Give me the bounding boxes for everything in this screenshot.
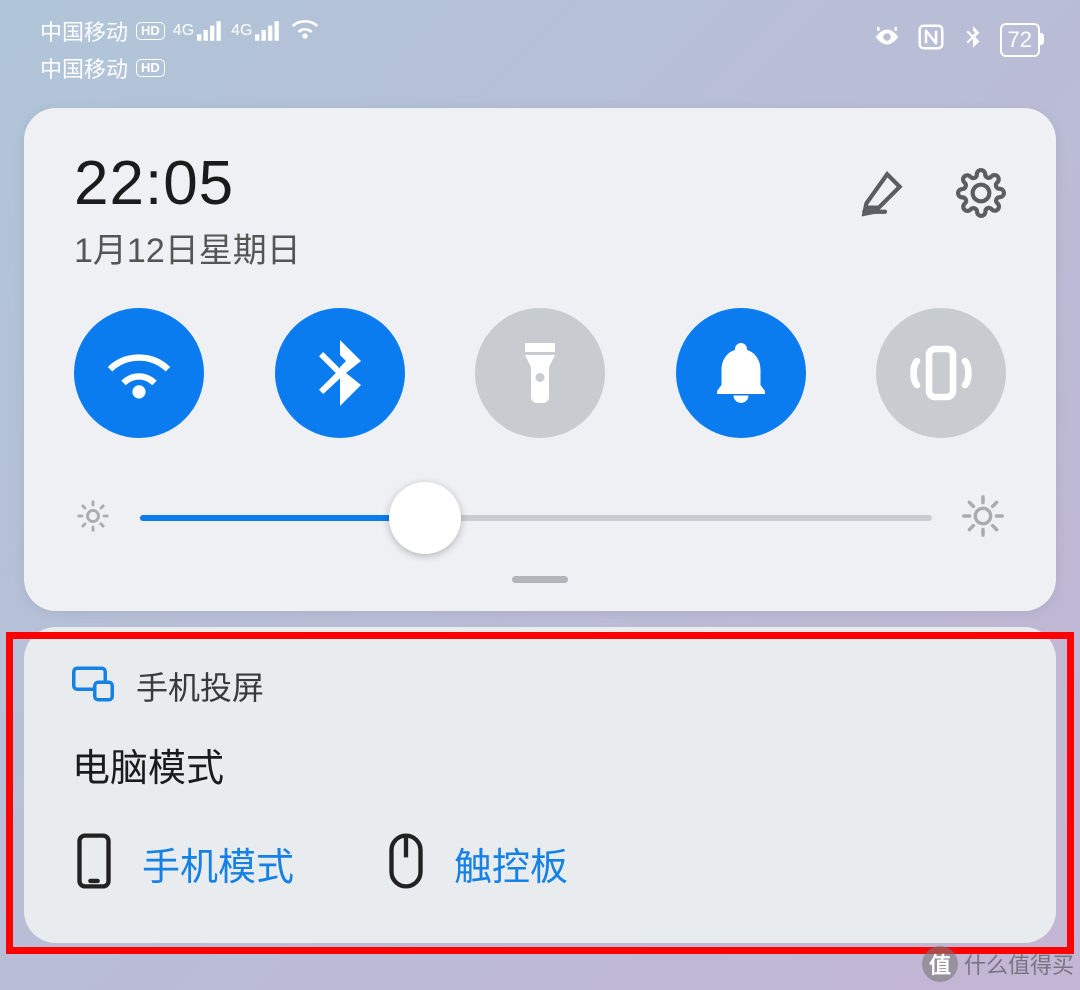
wifi-icon xyxy=(103,337,175,409)
signal-bars-icon xyxy=(255,21,281,41)
battery-indicator: 72 xyxy=(1000,23,1040,57)
brightness-high-icon xyxy=(960,493,1006,544)
bell-icon xyxy=(705,337,777,409)
status-bar: 中国移动 HD 4G 4G 中国移动 HD xyxy=(0,0,1080,92)
signal-bars-icon xyxy=(197,21,223,41)
battery-value: 72 xyxy=(1008,27,1032,53)
phone-mode-button[interactable]: 手机模式 xyxy=(72,832,294,895)
vibrate-toggle[interactable] xyxy=(876,308,1006,438)
phone-mode-label: 手机模式 xyxy=(142,836,294,891)
projection-title-row: 手机投屏 xyxy=(72,663,1008,709)
projection-actions: 手机模式 触控板 xyxy=(72,832,1008,895)
wifi-toggle[interactable] xyxy=(74,308,204,438)
edit-button[interactable] xyxy=(858,168,908,223)
phone-icon xyxy=(72,832,116,895)
nfc-icon xyxy=(916,22,946,58)
carrier-2-label: 中国移动 xyxy=(40,52,128,84)
sound-toggle[interactable] xyxy=(676,308,806,438)
vibrate-icon xyxy=(905,337,977,409)
flashlight-toggle[interactable] xyxy=(475,308,605,438)
status-right: 72 xyxy=(872,22,1040,58)
hd-badge-1: HD xyxy=(136,22,165,40)
clock-time: 22:05 xyxy=(74,148,301,219)
brightness-slider[interactable] xyxy=(140,488,932,548)
projection-card[interactable]: 手机投屏 电脑模式 手机模式 触控板 xyxy=(24,627,1056,943)
panel-drag-handle[interactable] xyxy=(512,576,568,583)
wifi-icon xyxy=(289,12,321,50)
watermark: 值 什么值得买 xyxy=(922,946,1074,982)
brightness-low-icon xyxy=(74,497,112,540)
settings-button[interactable] xyxy=(956,168,1006,223)
bluetooth-icon xyxy=(304,337,376,409)
panel-header: 22:05 1月12日星期日 xyxy=(74,148,1006,272)
net-label-2: 4G xyxy=(231,22,252,40)
quick-toggles-row xyxy=(74,308,1006,438)
signal-2: 4G xyxy=(231,21,281,41)
carrier-2: 中国移动 HD xyxy=(40,52,321,84)
projection-subtitle: 电脑模式 xyxy=(72,737,1008,792)
flashlight-icon xyxy=(504,337,576,409)
slider-fill xyxy=(140,515,425,521)
watermark-text: 什么值得买 xyxy=(964,948,1074,980)
net-label-1: 4G xyxy=(173,22,194,40)
projection-title: 手机投屏 xyxy=(136,663,264,709)
eye-comfort-icon xyxy=(872,22,902,58)
quick-settings-panel: 22:05 1月12日星期日 xyxy=(24,108,1056,611)
status-left: 中国移动 HD 4G 4G 中国移动 HD xyxy=(40,12,321,84)
touchpad-label: 触控板 xyxy=(454,836,568,891)
hd-badge-2: HD xyxy=(136,59,165,77)
carrier-1: 中国移动 HD 4G 4G xyxy=(40,12,321,50)
cast-icon xyxy=(72,666,114,707)
bluetooth-status-icon xyxy=(960,24,986,56)
time-block[interactable]: 22:05 1月12日星期日 xyxy=(74,148,301,272)
clock-date: 1月12日星期日 xyxy=(74,223,301,272)
slider-thumb[interactable] xyxy=(389,482,461,554)
bluetooth-toggle[interactable] xyxy=(275,308,405,438)
watermark-icon: 值 xyxy=(922,946,958,982)
touchpad-button[interactable]: 触控板 xyxy=(384,832,568,895)
carrier-1-label: 中国移动 xyxy=(40,15,128,47)
brightness-row xyxy=(74,488,1006,548)
mouse-icon xyxy=(384,832,428,895)
signal-1: 4G xyxy=(173,21,223,41)
